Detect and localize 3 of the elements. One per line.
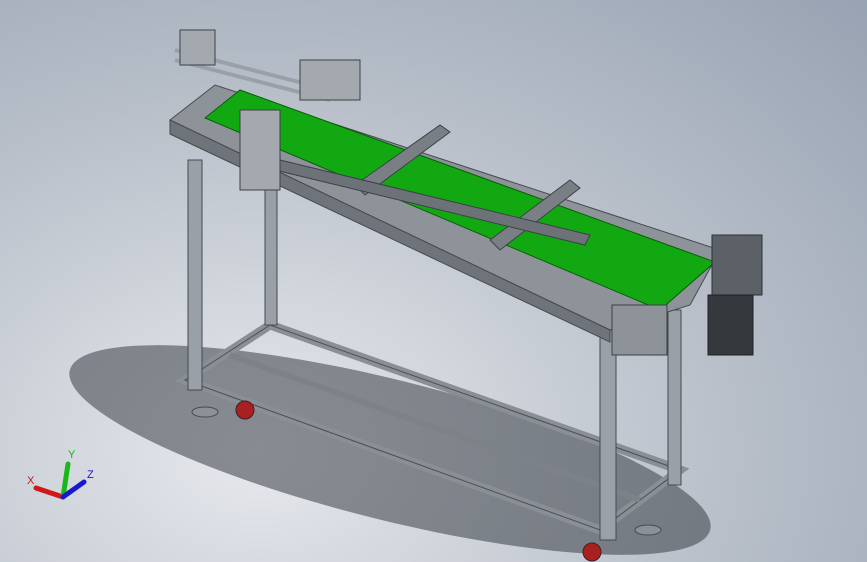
axis-label: Y xyxy=(68,449,76,461)
axis-label: Z xyxy=(87,469,94,481)
axis-label: X xyxy=(27,475,34,487)
